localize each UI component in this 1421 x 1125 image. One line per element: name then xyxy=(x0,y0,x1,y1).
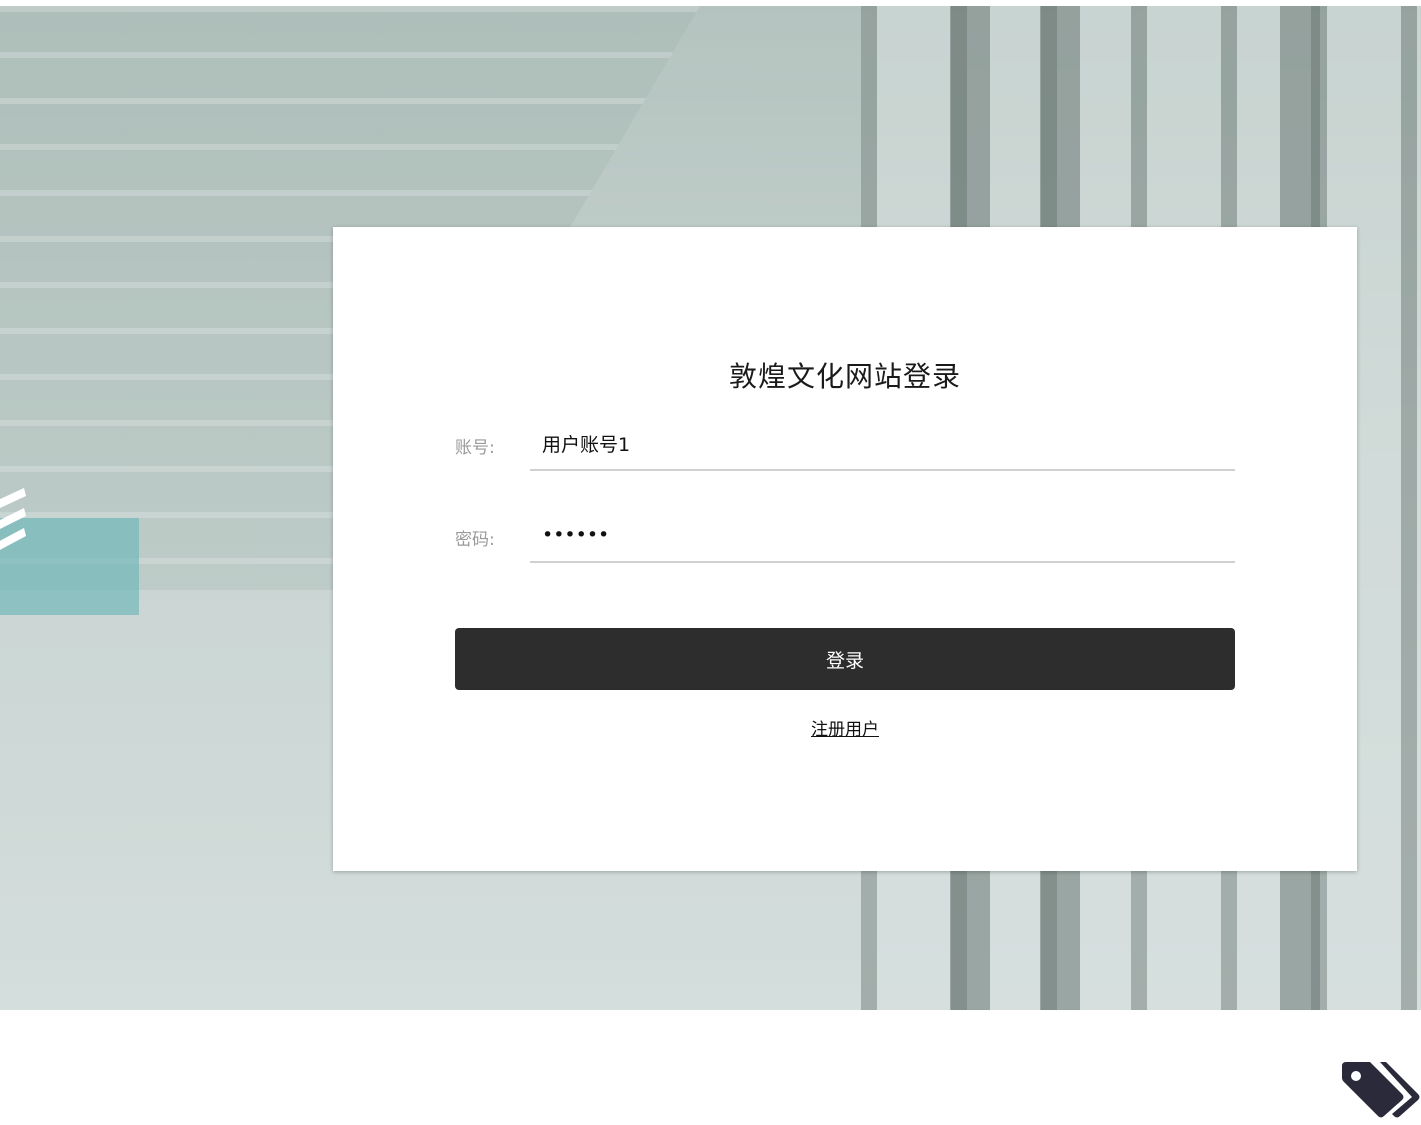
account-input[interactable] xyxy=(530,417,1235,471)
decorative-stroke-icon xyxy=(0,488,26,550)
account-field-row: 账号: xyxy=(455,417,1235,477)
password-field-row: 密码: xyxy=(455,509,1235,569)
login-button[interactable]: 登录 xyxy=(455,628,1235,690)
login-title: 敦煌文化网站登录 xyxy=(728,360,961,393)
register-link[interactable]: 注册用户 xyxy=(811,720,879,740)
password-label: 密码: xyxy=(455,530,495,550)
password-input[interactable] xyxy=(530,509,1235,563)
register-link-row: 注册用户 xyxy=(333,715,1357,740)
account-label: 账号: xyxy=(455,438,495,458)
login-card: 敦煌文化网站登录 账号: 密码: 登录 注册用户 xyxy=(333,227,1357,871)
login-page: 敦煌文化网站登录 账号: 密码: 登录 注册用户 xyxy=(0,0,1421,1125)
tags-icon[interactable] xyxy=(1340,1060,1421,1118)
